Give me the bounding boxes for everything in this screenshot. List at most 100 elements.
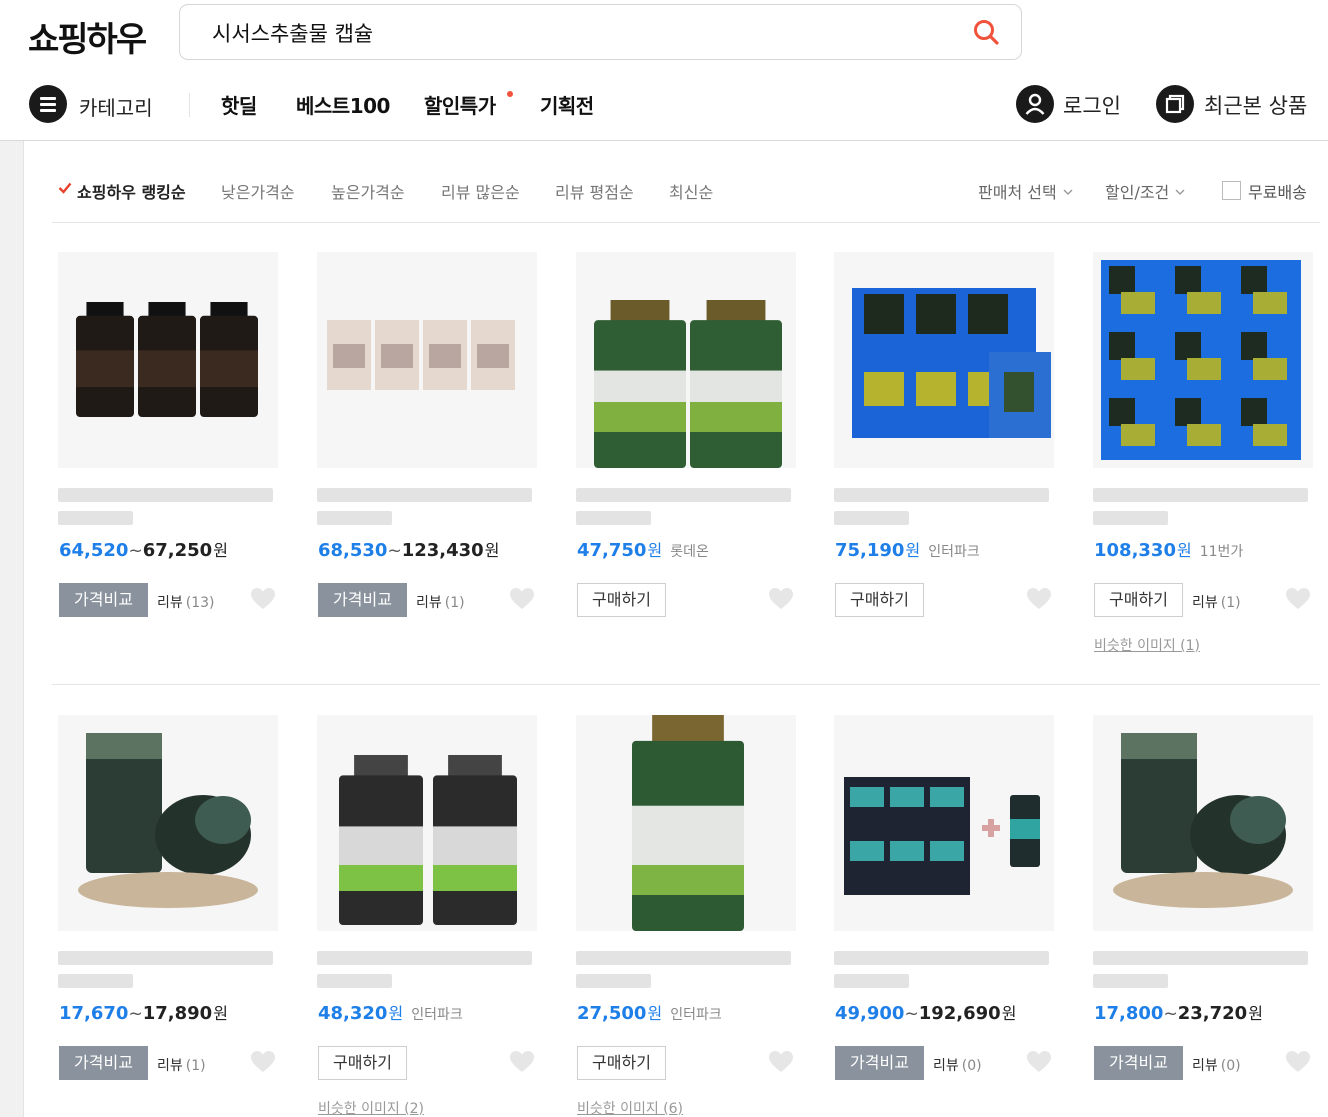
price-compare-button[interactable]: 가격비교 (1094, 1046, 1183, 1080)
similar-images-link[interactable]: 비슷한 이미지 (2) (318, 1098, 424, 1117)
product-image[interactable] (834, 252, 1054, 468)
buy-button[interactable]: 구매하기 (318, 1046, 407, 1080)
blurred-product-title-line2[interactable] (1093, 511, 1168, 525)
sort-ranking[interactable]: 쇼핑하우 랭킹순 (58, 179, 186, 203)
review-link[interactable]: 리뷰 (0) (1192, 1055, 1241, 1075)
category-button[interactable]: 카테고리 (79, 92, 153, 121)
buy-button[interactable]: 구매하기 (1094, 583, 1183, 617)
heart-icon[interactable] (768, 1050, 794, 1074)
product-card[interactable]: 108,330원 11번가 구매하기 리뷰 (1) 비슷한 이미지 (1) (1093, 252, 1328, 672)
buy-button[interactable]: 구매하기 (577, 583, 666, 617)
review-link[interactable]: 리뷰 (0) (933, 1055, 982, 1075)
site-logo[interactable]: 쇼핑하우 (28, 12, 147, 61)
blurred-product-title-line2[interactable] (58, 511, 133, 525)
product-card[interactable]: 27,500원 인터파크 구매하기 비슷한 이미지 (6) (576, 715, 826, 1117)
sort-low-price[interactable]: 낮은가격순 (221, 179, 295, 203)
seller-filter-dropdown[interactable]: 판매처 선택 (978, 179, 1073, 203)
sort-review-rating[interactable]: 리뷰 평점순 (555, 179, 634, 203)
blurred-product-title[interactable] (1093, 488, 1308, 502)
user-icon[interactable] (1016, 85, 1054, 123)
heart-icon[interactable] (768, 587, 794, 611)
blurred-product-title[interactable] (576, 488, 791, 502)
price-compare-button[interactable]: 가격비교 (59, 583, 148, 617)
product-card[interactable]: 47,750원 롯데온 구매하기 (576, 252, 826, 672)
review-label: 리뷰 (157, 595, 183, 611)
blurred-product-title[interactable] (317, 951, 532, 965)
price-compare-button[interactable]: 가격비교 (318, 583, 407, 617)
blurred-product-title-line2[interactable] (834, 511, 909, 525)
heart-icon[interactable] (1026, 1050, 1052, 1074)
product-image[interactable] (576, 715, 796, 931)
blurred-product-title[interactable] (58, 951, 273, 965)
product-image[interactable] (1093, 252, 1313, 468)
blurred-product-title-line2[interactable] (576, 511, 651, 525)
nav-exhibition[interactable]: 기획전 (540, 90, 594, 119)
heart-icon[interactable] (509, 587, 535, 611)
blurred-product-title[interactable] (58, 488, 273, 502)
price-compare-button[interactable]: 가격비교 (59, 1046, 148, 1080)
buy-button[interactable]: 구매하기 (577, 1046, 666, 1080)
blurred-product-title[interactable] (834, 488, 1049, 502)
buy-button[interactable]: 구매하기 (835, 583, 924, 617)
seller-filter-label: 판매처 선택 (978, 183, 1057, 202)
product-image[interactable] (58, 715, 278, 931)
heart-icon[interactable] (509, 1050, 535, 1074)
nav-hotdeal[interactable]: 핫딜 (221, 90, 257, 119)
heart-icon[interactable] (1026, 587, 1052, 611)
heart-icon[interactable] (250, 587, 276, 611)
sort-review-count[interactable]: 리뷰 많은순 (441, 179, 520, 203)
discount-filter-dropdown[interactable]: 할인/조건 (1105, 179, 1185, 203)
product-image[interactable] (1093, 715, 1313, 931)
product-image[interactable] (317, 715, 537, 931)
free-shipping-checkbox[interactable] (1222, 181, 1241, 200)
product-card[interactable]: 68,530~123,430원 가격비교 리뷰 (1) (317, 252, 567, 672)
similar-images-link[interactable]: 비슷한 이미지 (1) (1094, 635, 1200, 655)
product-image[interactable] (576, 252, 796, 468)
review-link[interactable]: 리뷰 (1) (416, 592, 465, 612)
product-image[interactable] (58, 252, 278, 468)
blurred-product-title-line2[interactable] (576, 974, 651, 988)
hamburger-menu-icon[interactable] (29, 85, 67, 123)
price-compare-button[interactable]: 가격비교 (835, 1046, 924, 1080)
currency: 원 (213, 541, 228, 560)
product-card[interactable]: 75,190원 인터파크 구매하기 (834, 252, 1084, 672)
sort-high-price[interactable]: 높은가격순 (331, 179, 405, 203)
search-input[interactable] (212, 17, 952, 49)
heart-icon[interactable] (250, 1050, 276, 1074)
blurred-product-title[interactable] (317, 488, 532, 502)
heart-icon[interactable] (1285, 1050, 1311, 1074)
free-shipping-label[interactable]: 무료배송 (1248, 179, 1307, 203)
review-link[interactable]: 리뷰 (1) (157, 1055, 206, 1075)
blurred-product-title[interactable] (834, 951, 1049, 965)
review-link[interactable]: 리뷰 (1) (1192, 592, 1241, 612)
product-image[interactable] (834, 715, 1054, 931)
product-card[interactable]: 49,900~192,690원 가격비교 리뷰 (0) (834, 715, 1084, 1117)
blurred-product-title-line2[interactable] (317, 511, 392, 525)
blurred-product-title-line2[interactable] (834, 974, 909, 988)
product-image[interactable] (317, 252, 537, 468)
recent-items-icon[interactable] (1156, 85, 1194, 123)
price-tilde: ~ (387, 541, 402, 561)
blurred-product-title-line2[interactable] (317, 974, 392, 988)
similar-images-link[interactable]: 비슷한 이미지 (6) (577, 1098, 683, 1117)
recent-items-button[interactable]: 최근본 상품 (1204, 90, 1307, 120)
sort-newest[interactable]: 최신순 (669, 179, 713, 203)
seller-name: 롯데온 (670, 544, 709, 560)
product-card[interactable]: 48,320원 인터파크 구매하기 비슷한 이미지 (2) (317, 715, 567, 1117)
product-card[interactable]: 17,670~17,890원 가격비교 리뷰 (1) (58, 715, 308, 1117)
blurred-product-title-line2[interactable] (58, 974, 133, 988)
login-button[interactable]: 로그인 (1063, 90, 1121, 120)
blurred-product-title[interactable] (1093, 951, 1308, 965)
blurred-product-title[interactable] (576, 951, 791, 965)
price: 64,520~67,250원 (59, 537, 228, 561)
heart-icon[interactable] (1285, 587, 1311, 611)
blurred-product-title-line2[interactable] (1093, 974, 1168, 988)
nav-discount[interactable]: 할인특가 (424, 90, 496, 119)
search-icon[interactable] (971, 17, 1003, 49)
product-card[interactable]: 64,520~67,250원가격비교 리뷰 (13) (58, 252, 308, 672)
price-max: 67,250 (142, 540, 213, 561)
product-card[interactable]: 17,800~23,720원 가격비교 리뷰 (0) (1093, 715, 1328, 1117)
nav-best100[interactable]: 베스트100 (296, 90, 390, 119)
search-bar (179, 4, 1022, 60)
review-link[interactable]: 리뷰 (13) (157, 592, 215, 612)
